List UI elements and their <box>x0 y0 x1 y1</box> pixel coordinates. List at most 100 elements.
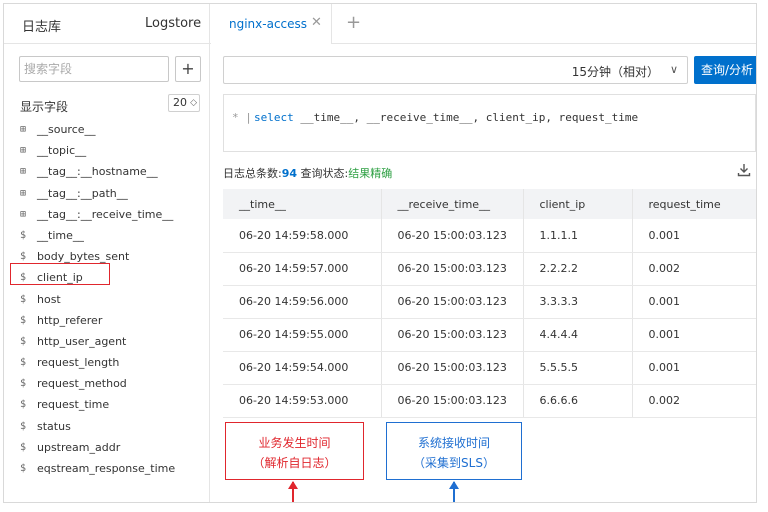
query-text[interactable]: select __time__, __receive_time__, clien… <box>254 111 638 124</box>
table-cell: 06-20 15:00:03.123 <box>381 252 524 286</box>
query-editor[interactable]: * | select __time__, __receive_time__, c… <box>223 94 756 152</box>
sidebar-field-item[interactable]: $ http_referer <box>4 311 210 332</box>
string-type-icon: $ <box>20 399 27 411</box>
column-header[interactable]: client_ip <box>523 189 633 219</box>
field-list: ⊞ __source__ ⊞ __topic__ ⊞ __tag__:__hostname… <box>4 120 210 480</box>
red-arrow-shaft <box>292 482 294 502</box>
field-name: upstream_addr <box>37 440 121 454</box>
table-cell: 06-20 14:59:53.000 <box>223 384 382 418</box>
table-cell: 06-20 15:00:03.123 <box>381 384 524 418</box>
field-name: __source__ <box>37 123 96 136</box>
annotation-line: 业务发生时间 <box>258 436 331 450</box>
table-row[interactable]: 06-20 14:59:57.000 06-20 15:00:03.123 2.2.… <box>223 252 756 286</box>
table-cell: 1.1.1.1 <box>523 219 633 253</box>
string-type-icon: $ <box>20 357 27 369</box>
sidebar-field-item[interactable]: $ eqstream_response_time <box>4 459 210 480</box>
annotation-line: （解析自日志） <box>252 456 337 470</box>
result-table: __time__ __receive_time__ client_ip requ… <box>223 189 756 418</box>
table-cell: 0.001 <box>632 318 756 352</box>
table-cell: 0.001 <box>632 351 756 385</box>
table-cell: 06-20 14:59:58.000 <box>223 219 382 253</box>
sidebar-field-item[interactable]: ⊞ __tag__:__receive_time__ <box>4 205 210 226</box>
table-cell: 0.002 <box>632 384 756 418</box>
sidebar-field-item[interactable]: $ host <box>4 290 210 311</box>
grid-type-icon: ⊞ <box>20 208 27 220</box>
query-analyze-button[interactable]: 查询/分析 <box>694 56 756 84</box>
sidebar-field-item[interactable]: ⊞ __tag__:__path__ <box>4 184 210 205</box>
tab-label[interactable]: nginx-access <box>229 17 307 31</box>
table-row[interactable]: 06-20 14:59:55.000 06-20 15:00:03.123 4.4.… <box>223 318 756 352</box>
add-field-button[interactable]: + <box>175 56 201 82</box>
receive-time-annotation: 系统接收时间 （采集到SLS） <box>386 422 522 480</box>
field-sidebar: + 显示字段 20 ◇ ⊞ __source__ ⊞ __topic__ ⊞ __tag_… <box>4 44 210 502</box>
sidebar-field-item[interactable]: $ __time__ <box>4 226 210 247</box>
string-type-icon: $ <box>20 441 27 453</box>
stat-count: 94 <box>281 167 298 180</box>
field-name: request_time <box>37 398 110 412</box>
display-count-value: 20 <box>173 96 187 109</box>
sidebar-field-item[interactable]: $ request_method <box>4 374 210 395</box>
string-type-icon: $ <box>20 314 27 326</box>
grid-type-icon: ⊞ <box>20 124 27 135</box>
table-cell: 06-20 14:59:55.000 <box>223 318 382 352</box>
field-name: request_method <box>37 377 127 391</box>
result-status: 日志总条数:94 查询状态:结果精确 <box>223 165 392 181</box>
table-cell: 6.6.6.6 <box>523 384 633 418</box>
business-time-annotation: 业务发生时间 （解析自日志） <box>225 422 364 480</box>
field-search-input[interactable] <box>24 58 164 80</box>
string-type-icon: $ <box>20 420 27 432</box>
sidebar-field-item[interactable]: ⊞ __tag__:__hostname__ <box>4 162 210 183</box>
field-name: __tag__:__path__ <box>37 186 128 200</box>
string-type-icon: $ <box>20 463 27 474</box>
sidebar-field-item[interactable]: $ http_user_agent <box>4 332 210 353</box>
time-range-select[interactable]: 15分钟（相对） ∨ <box>223 56 688 84</box>
table-row[interactable]: 06-20 14:59:54.000 06-20 15:00:03.123 5.5.… <box>223 351 756 385</box>
table-cell: 06-20 15:00:03.123 <box>381 219 524 253</box>
time-field-highlight <box>10 263 110 285</box>
display-fields-label: 显示字段 <box>20 100 69 114</box>
string-type-icon: $ <box>20 378 27 390</box>
table-cell: 2.2.2.2 <box>523 252 633 286</box>
close-icon[interactable]: ✕ <box>311 15 322 30</box>
string-type-icon: $ <box>20 251 27 263</box>
column-header[interactable]: __receive_time__ <box>381 189 524 219</box>
table-cell: 06-20 14:59:56.000 <box>223 285 382 319</box>
column-header[interactable]: __time__ <box>223 189 382 219</box>
sidebar-field-item[interactable]: ⊞ __topic__ <box>4 141 210 162</box>
sidebar-field-item[interactable]: $ request_time <box>4 395 210 416</box>
table-cell: 06-20 15:00:03.123 <box>381 351 524 385</box>
main-panel: 15分钟（相对） ∨ 查询/分析 * | select __time__, __… <box>211 44 756 502</box>
table-cell: 06-20 15:00:03.123 <box>381 285 524 319</box>
updown-icon: ◇ <box>190 98 197 108</box>
table-cell: 5.5.5.5 <box>523 351 633 385</box>
logstore-title: 日志库 <box>22 20 62 35</box>
field-search-box[interactable] <box>19 56 169 82</box>
grid-type-icon: ⊞ <box>20 187 27 199</box>
sidebar-field-item[interactable]: $ status <box>4 417 210 438</box>
sidebar-field-item[interactable]: $ upstream_addr <box>4 438 210 459</box>
sidebar-field-item[interactable]: $ request_length <box>4 353 210 374</box>
table-cell: 4.4.4.4 <box>523 318 633 352</box>
field-name: __time__ <box>37 228 84 242</box>
table-row[interactable]: 06-20 14:59:58.000 06-20 15:00:03.123 1.1.… <box>223 219 756 253</box>
table-row[interactable]: 06-20 14:59:53.000 06-20 15:00:03.123 6.6.… <box>223 384 756 418</box>
grid-type-icon: ⊞ <box>20 145 27 157</box>
field-name: host <box>37 292 61 306</box>
string-type-icon: $ <box>20 335 27 347</box>
display-count-select[interactable]: 20 ◇ <box>168 94 200 112</box>
field-name: http_user_agent <box>37 334 127 348</box>
logstore-link[interactable]: Logstore <box>145 16 201 31</box>
top-bar: 日志库 Logstore nginx-access ✕ + <box>4 4 756 45</box>
stat-status-label: 查询状态: <box>297 167 349 180</box>
sidebar-field-item[interactable]: ⊞ __source__ <box>4 120 210 141</box>
add-tab-icon[interactable]: + <box>346 12 361 33</box>
field-name: status <box>37 419 71 433</box>
table-row[interactable]: 06-20 14:59:56.000 06-20 15:00:03.123 3.3.… <box>223 285 756 319</box>
download-icon[interactable] <box>736 162 752 178</box>
stat-label: 日志总条数: <box>223 167 282 180</box>
tab-nginx-access[interactable]: nginx-access ✕ <box>211 4 332 45</box>
query-prefix: * | <box>232 111 252 124</box>
column-header[interactable]: request_time <box>632 189 756 219</box>
blue-arrow-shaft <box>453 482 455 502</box>
table-cell: 0.001 <box>632 219 756 253</box>
